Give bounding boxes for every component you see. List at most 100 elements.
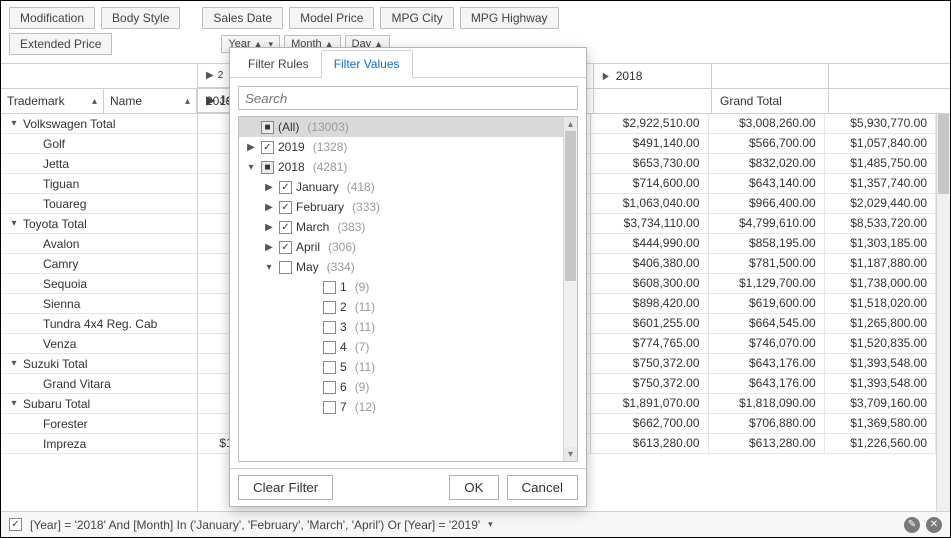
filter-tree-node[interactable]: ▶✓April(306) bbox=[239, 237, 563, 257]
filter-tree-node[interactable]: ■(All)(13003) bbox=[239, 117, 563, 137]
scrollbar-thumb[interactable] bbox=[565, 131, 576, 281]
checkbox[interactable] bbox=[323, 361, 336, 374]
row-label-child[interactable]: Sienna bbox=[1, 294, 197, 314]
row-label-total[interactable]: ▾Volkswagen Total bbox=[1, 114, 197, 134]
filter-tree-node[interactable]: 3(11) bbox=[239, 317, 563, 337]
checkbox[interactable]: ✓ bbox=[279, 221, 292, 234]
scrollbar-thumb[interactable] bbox=[938, 114, 949, 194]
row-label-child[interactable]: Jetta bbox=[1, 154, 197, 174]
tree-node-label: 3 bbox=[340, 320, 347, 334]
tree-node-count: (9) bbox=[355, 280, 370, 294]
checkbox[interactable]: ■ bbox=[261, 161, 274, 174]
checkbox[interactable]: ✓ bbox=[279, 241, 292, 254]
tab-filter-rules[interactable]: Filter Rules bbox=[236, 51, 321, 77]
collapse-icon[interactable]: ▾ bbox=[7, 118, 21, 129]
field-chip-mpg-city[interactable]: MPG City bbox=[380, 7, 453, 29]
edit-filter-icon[interactable]: ✎ bbox=[904, 517, 920, 533]
filter-enabled-checkbox[interactable]: ✓ bbox=[9, 518, 22, 531]
cancel-button[interactable]: Cancel bbox=[507, 475, 579, 500]
tree-node-label: January bbox=[296, 180, 339, 194]
filter-tree-node[interactable]: ▶✓March(383) bbox=[239, 217, 563, 237]
checkbox[interactable] bbox=[323, 321, 336, 334]
row-label-total[interactable]: ▾Toyota Total bbox=[1, 214, 197, 234]
field-chip-mpg-highway[interactable]: MPG Highway bbox=[460, 7, 559, 29]
data-cell: $774,765.00 bbox=[591, 334, 708, 353]
data-cell: $746,070.00 bbox=[709, 334, 825, 353]
filter-tree-node[interactable]: ▾■2018(4281) bbox=[239, 157, 563, 177]
tree-node-label: 5 bbox=[340, 360, 347, 374]
data-cell: $706,880.00 bbox=[709, 414, 825, 433]
row-label-child[interactable]: Golf bbox=[1, 134, 197, 154]
row-field-trademark[interactable]: Trademark▴ bbox=[1, 89, 104, 113]
filter-tree-node[interactable]: ▶✓2019(1328) bbox=[239, 137, 563, 157]
row-label-text: Impreza bbox=[41, 437, 86, 451]
filter-tree-node[interactable]: 4(7) bbox=[239, 337, 563, 357]
expand-icon[interactable]: ▶ bbox=[245, 142, 257, 153]
checkbox[interactable]: ■ bbox=[261, 121, 274, 134]
data-cell: $4,799,610.00 bbox=[709, 214, 825, 233]
row-label-child[interactable]: Touareg bbox=[1, 194, 197, 214]
tree-node-label: 7 bbox=[340, 400, 347, 414]
filter-tree-node[interactable]: 1(9) bbox=[239, 277, 563, 297]
clear-filter-button[interactable]: Clear Filter bbox=[238, 475, 333, 500]
collapse-icon[interactable]: ▾ bbox=[7, 218, 21, 229]
row-label-child[interactable]: Venza bbox=[1, 334, 197, 354]
field-chip-sales-date[interactable]: Sales Date bbox=[202, 7, 283, 29]
row-label-child[interactable]: Impreza bbox=[1, 434, 197, 454]
filter-tree-node[interactable]: 2(11) bbox=[239, 297, 563, 317]
collapse-icon[interactable]: ▾ bbox=[7, 398, 21, 409]
row-label-total[interactable]: ▾Suzuki Total bbox=[1, 354, 197, 374]
row-label-child[interactable]: Tiguan bbox=[1, 174, 197, 194]
data-cell: $3,008,260.00 bbox=[709, 114, 825, 133]
expand-icon[interactable]: ▶ bbox=[263, 222, 275, 233]
expand-icon[interactable]: ▶ bbox=[263, 182, 275, 193]
checkbox[interactable]: ✓ bbox=[261, 141, 274, 154]
row-label-child[interactable]: Sequoia bbox=[1, 274, 197, 294]
filter-tree-node[interactable]: 6(9) bbox=[239, 377, 563, 397]
vertical-scrollbar[interactable]: ▴ bbox=[936, 114, 950, 511]
row-field-name[interactable]: Name▴ bbox=[104, 89, 197, 113]
checkbox[interactable] bbox=[323, 281, 336, 294]
checkbox[interactable] bbox=[323, 401, 336, 414]
collapse-icon[interactable]: ▾ bbox=[7, 358, 21, 369]
filter-tree-node[interactable]: ▶✓February(333) bbox=[239, 197, 563, 217]
scroll-down-icon[interactable]: ▾ bbox=[564, 447, 577, 461]
ok-button[interactable]: OK bbox=[449, 475, 498, 500]
checkbox[interactable] bbox=[323, 381, 336, 394]
filter-tree-node[interactable]: 5(11) bbox=[239, 357, 563, 377]
scroll-up-icon[interactable]: ▴ bbox=[564, 117, 577, 131]
row-label-child[interactable]: Tundra 4x4 Reg. Cab bbox=[1, 314, 197, 334]
filter-tree-node[interactable]: ▾May(334) bbox=[239, 257, 563, 277]
field-chip-model-price[interactable]: Model Price bbox=[289, 7, 374, 29]
collapse-icon[interactable]: ▾ bbox=[245, 162, 257, 173]
expand-icon[interactable]: ▶ bbox=[263, 242, 275, 253]
expand-icon[interactable]: ▶ bbox=[263, 202, 275, 213]
row-label-total[interactable]: ▾Subaru Total bbox=[1, 394, 197, 414]
data-cell: $619,600.00 bbox=[709, 294, 825, 313]
clear-filter-icon[interactable]: ✕ bbox=[926, 517, 942, 533]
collapse-icon[interactable]: ▾ bbox=[263, 262, 275, 273]
row-label-child[interactable]: Avalon bbox=[1, 234, 197, 254]
filter-tree-node[interactable]: 7(12) bbox=[239, 397, 563, 417]
field-chip-extended-price[interactable]: Extended Price bbox=[9, 33, 112, 55]
field-chip-body-style[interactable]: Body Style bbox=[101, 7, 180, 29]
field-chip-modification[interactable]: Modification bbox=[9, 7, 95, 29]
checkbox[interactable] bbox=[279, 261, 292, 274]
data-cell: $750,372.00 bbox=[591, 354, 708, 373]
tree-node-count: (13003) bbox=[307, 120, 348, 134]
filter-expression-dropdown-icon[interactable]: ▾ bbox=[488, 519, 493, 530]
row-label-child[interactable]: Grand Vitara bbox=[1, 374, 197, 394]
checkbox[interactable] bbox=[323, 301, 336, 314]
checkbox[interactable]: ✓ bbox=[279, 181, 292, 194]
checkbox[interactable] bbox=[323, 341, 336, 354]
filter-tree-node[interactable]: ▶✓January(418) bbox=[239, 177, 563, 197]
row-label-child[interactable]: Forester bbox=[1, 414, 197, 434]
checkbox[interactable]: ✓ bbox=[279, 201, 292, 214]
column-header-grand-total[interactable]: Grand Total bbox=[712, 89, 829, 113]
column-header-2018-group[interactable]: ▶2018 bbox=[594, 64, 712, 88]
tree-scrollbar[interactable]: ▴ ▾ bbox=[563, 117, 577, 461]
row-label-text: Forester bbox=[41, 417, 88, 431]
row-label-child[interactable]: Camry bbox=[1, 254, 197, 274]
tab-filter-values[interactable]: Filter Values bbox=[321, 50, 413, 78]
filter-search-input[interactable] bbox=[238, 86, 578, 110]
